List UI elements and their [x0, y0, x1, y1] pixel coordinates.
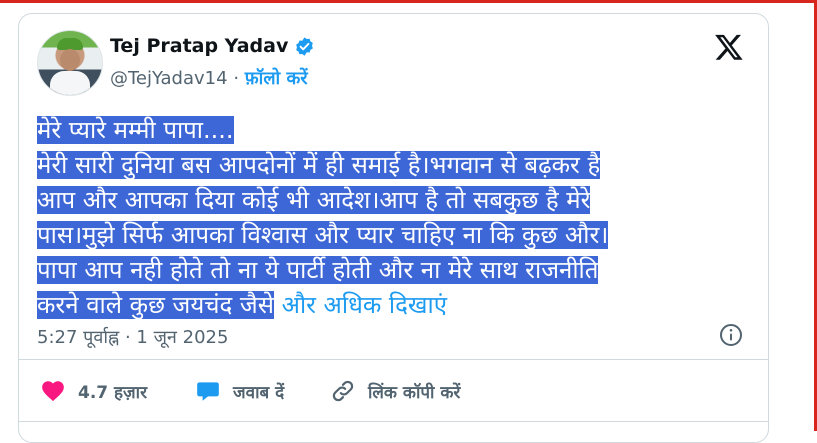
link-icon	[332, 380, 354, 402]
tweet-line: करने वाले कुछ जयचंद जैसे	[37, 291, 274, 319]
reply-section-border	[18, 421, 769, 422]
avatar[interactable]	[37, 30, 103, 96]
speech-bubble-icon	[197, 382, 219, 401]
like-count: 4.7 हज़ार	[78, 382, 148, 403]
avatar-face	[60, 49, 80, 71]
tweet-line: मेरी सारी दुनिया बस आपदोनों में ही समाई …	[37, 151, 601, 179]
reply-label: जवाब दें	[233, 382, 285, 403]
tweet-timestamp[interactable]: 5:27 पूर्वाह्न · 1 जून 2025	[37, 325, 228, 349]
tweet-text: मेरे प्यारे मम्मी पापा.... मेरी सारी दुन…	[37, 113, 737, 323]
author-handle[interactable]: @TejYadav14	[110, 68, 228, 89]
follow-button[interactable]: फ़ॉलो करें	[245, 68, 308, 89]
verified-badge-icon	[296, 36, 314, 56]
tweet-line: मेरे प्यारे मम्मी पापा....	[37, 116, 234, 144]
tweet-line: आप और आपका दिया कोई भी आदेश।आप है तो सबक…	[37, 186, 591, 214]
handle-row: @TejYadav14 · फ़ॉलो करें	[110, 66, 308, 90]
show-more-link[interactable]: और अधिक दिखाएं	[282, 291, 447, 319]
avatar-body	[50, 71, 90, 95]
like-button[interactable]: 4.7 हज़ार	[40, 378, 147, 404]
handle-separator: ·	[233, 68, 240, 89]
tweet-line: पापा आप नही होते तो ना ये पार्टी होती और…	[37, 256, 599, 284]
author-name[interactable]: Tej Pratap Yadav	[110, 35, 288, 57]
divider	[18, 359, 769, 360]
tweet-line: पास।मुझे सिर्फ आपका विश्वास और प्यार चाह…	[37, 221, 609, 249]
window-frame-top	[0, 0, 817, 3]
copy-link-button[interactable]: लिंक कॉपी करें	[330, 378, 460, 404]
reply-button[interactable]: जवाब दें	[195, 378, 284, 404]
copy-link-label: लिंक कॉपी करें	[368, 382, 461, 403]
info-icon[interactable]	[719, 323, 743, 347]
author-name-row[interactable]: Tej Pratap Yadav	[110, 35, 315, 57]
x-logo-icon[interactable]	[714, 32, 744, 62]
heart-icon	[42, 381, 64, 402]
